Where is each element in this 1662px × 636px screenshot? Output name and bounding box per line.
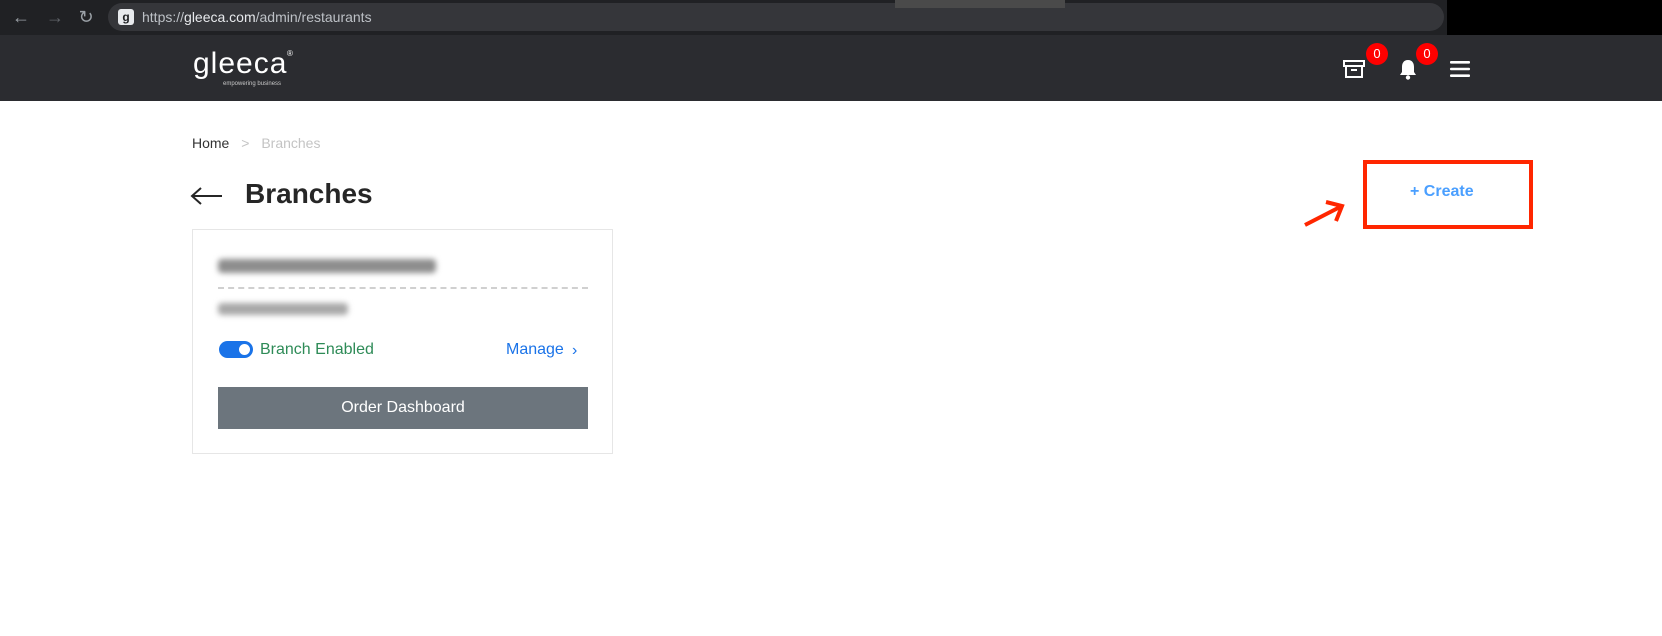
branch-name-redacted — [218, 259, 436, 273]
browser-forward-icon[interactable]: → — [45, 7, 65, 27]
branch-enabled-toggle[interactable] — [219, 341, 253, 358]
back-arrow-icon[interactable] — [190, 186, 224, 206]
notification-count-badge: 0 — [1416, 43, 1438, 65]
breadcrumb: Home > Branches — [192, 135, 320, 151]
branch-address-redacted — [218, 303, 348, 315]
browser-reload-icon[interactable]: ↻ — [76, 7, 96, 27]
logo-tagline: empowering business — [223, 81, 282, 87]
order-dashboard-button[interactable]: Order Dashboard — [218, 387, 588, 429]
address-bar[interactable]: g https://gleeca.com/admin/restaurants — [108, 3, 1444, 31]
logo-text: gleeca — [193, 47, 288, 80]
gleeca-logo[interactable]: gleeca ® empowering business — [193, 47, 293, 88]
browser-window-controls — [1447, 0, 1662, 35]
breadcrumb-home-link[interactable]: Home — [192, 135, 229, 151]
browser-back-icon[interactable]: ← — [11, 7, 31, 27]
archive-count-badge: 0 — [1366, 43, 1388, 65]
chevron-right-icon[interactable]: › — [572, 342, 577, 360]
app-header: gleeca ® empowering business 0 0 — [0, 35, 1662, 101]
page-title: Branches — [245, 178, 373, 209]
browser-decoration — [895, 0, 1065, 8]
annotation-arrow-icon — [1304, 200, 1345, 227]
manage-link[interactable]: Manage — [506, 341, 564, 359]
create-button[interactable]: + Create — [1410, 183, 1474, 201]
url-text: https://gleeca.com/admin/restaurants — [142, 9, 372, 25]
branch-status-label: Branch Enabled — [260, 341, 374, 358]
card-divider — [218, 287, 588, 289]
logo-registered-mark: ® — [287, 49, 293, 58]
archive-icon[interactable] — [1340, 55, 1368, 83]
site-favicon-icon: g — [118, 9, 134, 25]
breadcrumb-current: Branches — [261, 135, 321, 151]
toggle-knob — [239, 344, 250, 355]
branch-card: Branch Enabled Manage › Order Dashboard — [192, 229, 613, 454]
browser-toolbar: ← → ↻ g https://gleeca.com/admin/restaur… — [0, 0, 1662, 35]
hamburger-menu-icon[interactable] — [1448, 57, 1472, 81]
breadcrumb-separator: > — [241, 135, 250, 151]
